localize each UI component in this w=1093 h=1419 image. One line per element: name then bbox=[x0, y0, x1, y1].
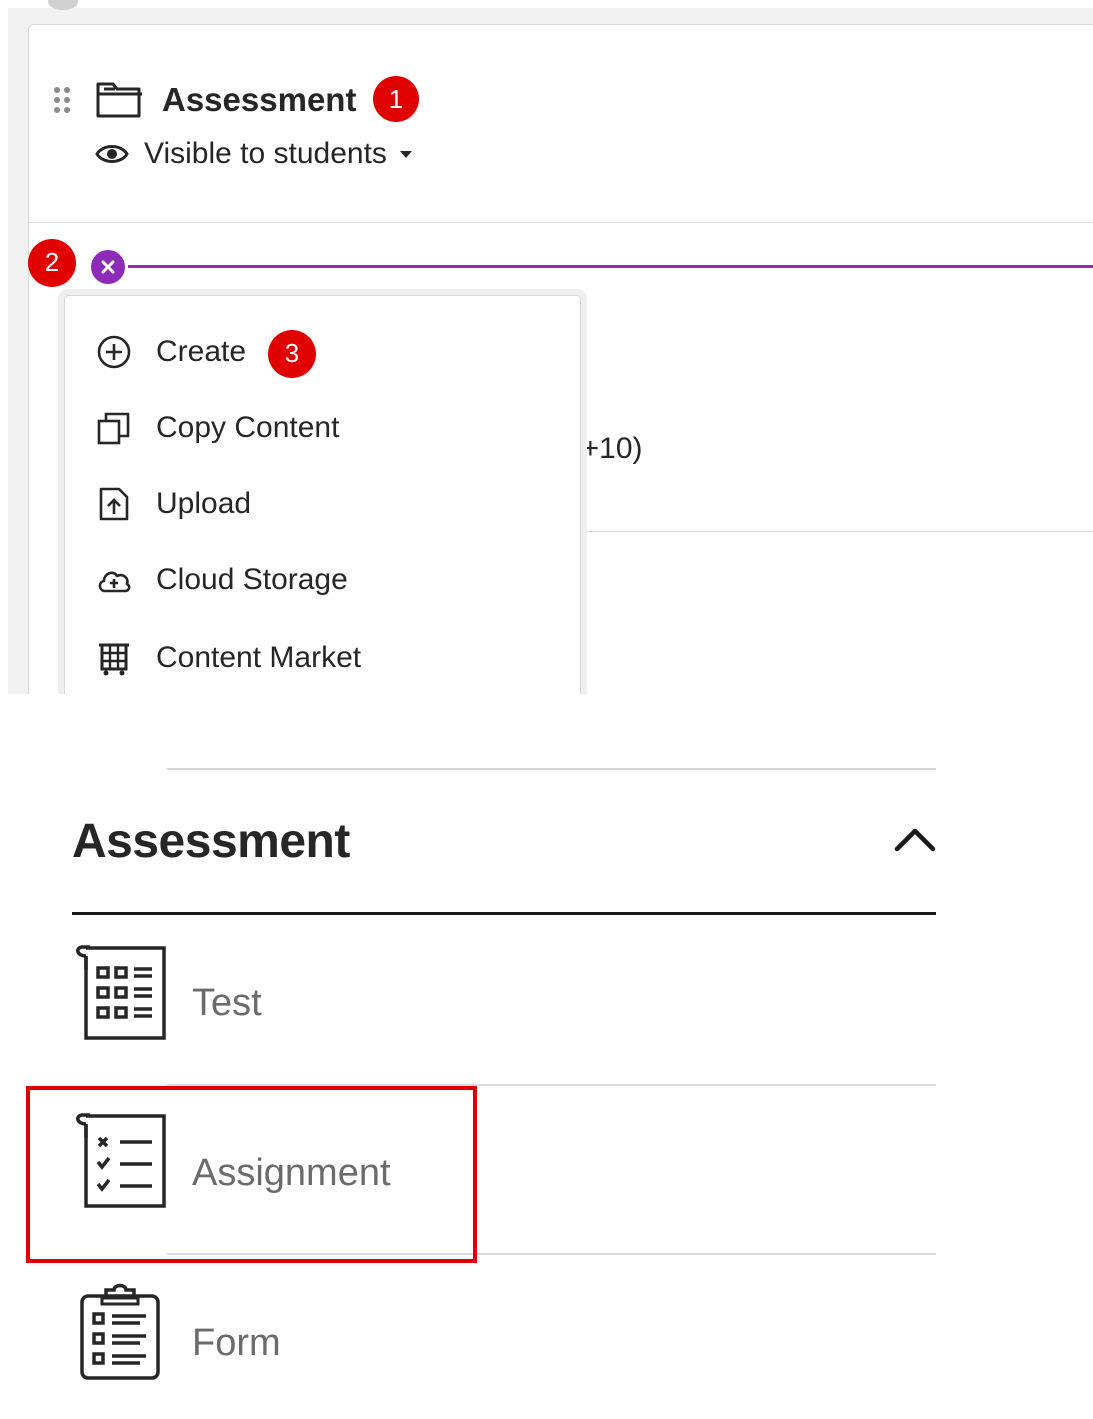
market-icon bbox=[99, 643, 129, 676]
menu-item-label: Copy Content bbox=[156, 411, 340, 444]
create-option-form[interactable]: Form bbox=[72, 1282, 936, 1412]
menu-item-label: Content Market bbox=[156, 641, 362, 674]
plus-circle-icon bbox=[97, 335, 131, 369]
visibility-dropdown[interactable]: Visible to students bbox=[95, 134, 413, 174]
visibility-label: Visible to students bbox=[144, 137, 387, 170]
chevron-up-icon bbox=[894, 828, 936, 852]
step-badge-2: 2 bbox=[28, 239, 76, 287]
option-label: Assignment bbox=[192, 1152, 391, 1194]
copy-icon bbox=[97, 412, 130, 445]
test-icon bbox=[76, 945, 166, 1040]
caret-down-icon bbox=[399, 151, 412, 158]
option-divider bbox=[167, 1084, 936, 1086]
folder-title[interactable]: Assessment bbox=[162, 80, 356, 120]
upload-icon bbox=[99, 487, 129, 521]
step-badge-1: 1 bbox=[373, 76, 419, 122]
menu-item-content-market[interactable]: Content Market bbox=[65, 628, 570, 688]
card-divider bbox=[28, 222, 1093, 223]
obscured-divider bbox=[572, 531, 1093, 532]
close-add-menu-button[interactable] bbox=[91, 250, 125, 284]
folder-icon bbox=[96, 82, 142, 118]
option-label: Test bbox=[192, 982, 262, 1024]
assignment-icon bbox=[76, 1113, 166, 1208]
create-option-assignment[interactable]: Assignment bbox=[72, 1112, 936, 1242]
option-label: Form bbox=[192, 1322, 281, 1364]
course-content-screenshot: Assessment 1 Visible to students C+10) 2… bbox=[0, 0, 1093, 694]
assessment-section-toggle[interactable]: Assessment bbox=[72, 806, 936, 876]
section-title: Assessment bbox=[72, 815, 350, 868]
menu-item-copy-content[interactable]: Copy Content bbox=[65, 398, 570, 458]
insertion-line bbox=[128, 265, 1093, 268]
cloud-upload-icon bbox=[98, 571, 131, 593]
drag-handle-icon[interactable] bbox=[53, 86, 73, 116]
menu-item-create[interactable]: Create bbox=[65, 322, 570, 382]
form-icon bbox=[80, 1283, 160, 1380]
step-badge-3: 3 bbox=[268, 330, 316, 378]
menu-item-label: Upload bbox=[156, 487, 252, 520]
menu-item-label: Cloud Storage bbox=[156, 563, 348, 596]
add-content-menu: Create Copy Content Upload Cloud Storage bbox=[64, 295, 581, 694]
eye-icon bbox=[95, 145, 129, 163]
menu-item-label: Create bbox=[156, 335, 247, 368]
menu-item-upload[interactable]: Upload bbox=[65, 474, 570, 534]
menu-item-cloud-storage[interactable]: Cloud Storage bbox=[65, 550, 570, 610]
option-divider bbox=[167, 1253, 936, 1255]
section-divider bbox=[167, 768, 936, 770]
create-item-panel: Assessment Test Assignment Form bbox=[0, 694, 1093, 1419]
section-header-divider bbox=[72, 912, 936, 915]
create-option-test[interactable]: Test bbox=[72, 944, 936, 1074]
close-icon bbox=[101, 260, 115, 274]
